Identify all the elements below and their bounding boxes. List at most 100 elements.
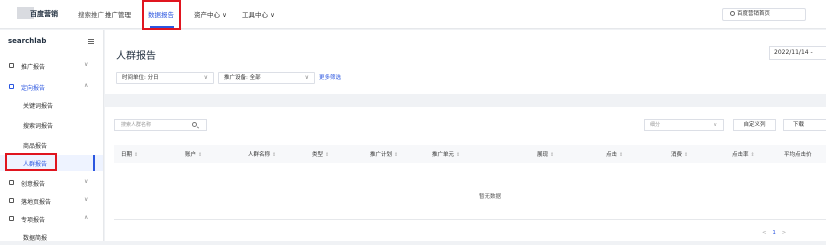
device-select[interactable]: 推广设备: 全部 ∨ [218,72,315,84]
segment-placeholder: 细分 [650,122,661,128]
column-label: 日期 [121,152,133,158]
sort-icon: ⇕ [272,152,277,158]
sort-icon: ⇕ [619,152,624,158]
sidebar-item-landing-page-report[interactable]: 落地页报告 ∨ [0,193,103,209]
sort-icon: ⇕ [198,152,203,158]
sidebar-item-product-report[interactable]: 商品报告 [0,137,103,153]
date-range-picker[interactable]: 2022/11/14 - [769,46,826,60]
device-label: 推广设备: 全部 [224,75,261,81]
column-header-ad-group[interactable]: 推广单元 ⇕ [432,150,460,158]
prev-page-button[interactable]: < [762,230,767,236]
column-header-impressions[interactable]: 展现 ⇕ [537,150,554,158]
sort-icon: ⇕ [134,152,139,158]
special-icon [9,216,14,221]
segment-select[interactable]: 细分 ∨ [644,119,724,131]
creative-icon [9,180,14,185]
highlight-box-sidebar [5,153,57,171]
column-label: 平均点击价 [784,152,812,158]
next-page-button[interactable]: > [782,230,787,236]
audience-search-input[interactable]: 搜索人群名称 [114,119,207,131]
column-label: 推广计划 [370,152,393,158]
column-label: 账户 [185,152,197,158]
table-divider [114,219,826,220]
baidu-marketing-home-button[interactable]: 百度营销首页 [722,8,806,21]
sidebar-item-label: 推广报告 [21,64,46,71]
column-label: 推广单元 [432,152,455,158]
time-unit-select[interactable]: 时间单位: 分日 ∨ [116,72,214,84]
sidebar: searchlab 推广报告 ∨ 定向报告 ∧ 关键词报告 搜索词报告 商品报告… [0,30,104,242]
nav-promotion-management[interactable]: 推广管理 [105,9,131,19]
column-label: 类型 [312,152,324,158]
sidebar-item-label: 落地页报告 [21,199,52,206]
search-placeholder: 搜索人群名称 [121,122,152,128]
sidebar-item-label: 关键词报告 [23,103,54,110]
search-icon[interactable] [192,122,197,127]
column-header-date[interactable]: 日期 ⇕ [121,150,138,158]
sort-icon: ⇕ [750,152,755,158]
sidebar-item-label: 商品报告 [23,143,48,150]
sidebar-item-data-brief[interactable]: 数据简报 [0,229,103,245]
page-title: 人群报告 [116,51,156,62]
sort-icon: ⇕ [325,152,330,158]
pagination: < 1 > [762,230,786,236]
account-name: searchlab [8,37,47,45]
download-button[interactable]: 下载 [783,119,826,131]
column-header-type[interactable]: 类型 ⇕ [312,150,329,158]
report-header-card: 人群报告 2022/11/14 - 时间单位: 分日 ∨ 推广设备: 全部 ∨ … [105,30,826,94]
chevron-up-icon: ∧ [84,82,89,89]
chevron-down-icon: ∨ [304,74,309,81]
sidebar-item-label: 定向报告 [21,85,46,92]
sidebar-item-label: 搜索词报告 [23,123,54,130]
nav-tool-center[interactable]: 工具中心 ∨ [242,9,275,19]
chevron-down-icon: ∨ [84,61,89,68]
logo-subtitle: 搜索推广 [78,11,104,19]
home-button-label: 百度营销首页 [737,11,771,17]
empty-state-text: 暂无数据 [479,194,502,200]
column-header-account[interactable]: 账户 ⇕ [185,150,202,158]
column-header-audience-name[interactable]: 人群名称 ⇕ [248,150,276,158]
time-unit-label: 时间单位: 分日 [122,75,159,81]
column-header-clicks[interactable]: 点击 ⇕ [606,150,623,158]
sort-icon: ⇕ [394,152,399,158]
chevron-down-icon: ∨ [713,122,717,128]
chevron-up-icon: ∧ [84,214,89,221]
nav-asset-center[interactable]: 资产中心 ∨ [194,9,227,19]
more-filter-link[interactable]: 更多筛选 [319,73,341,81]
home-icon [730,11,735,16]
sidebar-item-creative-report[interactable]: 创意报告 ∨ [0,175,103,191]
column-label: 人群名称 [248,152,271,158]
sort-icon: ⇕ [456,152,461,158]
column-header-campaign[interactable]: 推广计划 ⇕ [370,150,398,158]
column-header-ctr[interactable]: 点击率 ⇕ [732,150,755,158]
table-header: 日期 ⇕ 账户 ⇕ 人群名称 ⇕ 类型 ⇕ 推广计划 ⇕ 推广单元 ⇕ 展现 ⇕ 点击 ⇕ 消费… [114,145,826,163]
sidebar-item-label: 创意报告 [21,181,46,188]
target-icon [9,84,14,89]
active-indicator [93,155,95,171]
column-label: 点击 [606,152,618,158]
chevron-down-icon: ∨ [84,196,89,203]
custom-column-button[interactable]: 自定义列 [733,119,776,131]
column-label: 消费 [671,152,683,158]
page-icon [9,198,14,203]
sidebar-item-search-term-report[interactable]: 搜索词报告 [0,117,103,133]
column-label: 点击率 [732,152,749,158]
sidebar-item-promotion-report[interactable]: 推广报告 ∨ [0,58,103,74]
column-label: 展现 [537,152,549,158]
chevron-down-icon: ∨ [203,74,208,81]
column-header-avg-cpc[interactable]: 平均点击价 [784,150,812,158]
menu-collapse-icon[interactable] [88,39,94,44]
sort-icon: ⇕ [684,152,689,158]
sort-icon: ⇕ [550,152,555,158]
top-navigation-bar: 百度营销 搜索推广 推广管理 数据报告 资产中心 ∨ 工具中心 ∨ 百度营销首页 [0,0,826,30]
sidebar-item-special-report[interactable]: 专项报告 ∧ [0,211,103,227]
sidebar-item-keyword-report[interactable]: 关键词报告 [0,97,103,113]
report-table-card: 搜索人群名称 细分 ∨ 自定义列 下载 日期 ⇕ 账户 ⇕ 人群名称 ⇕ 类型 ⇕ 推广… [105,107,826,241]
logo-text: 百度营销 [30,10,58,18]
highlight-box-nav [142,0,181,30]
column-header-cost[interactable]: 消费 ⇕ [671,150,688,158]
page-number[interactable]: 1 [772,230,776,236]
chevron-down-icon: ∨ [84,178,89,185]
sidebar-item-label: 专项报告 [21,217,46,224]
chart-icon [9,63,14,68]
sidebar-item-targeting-report[interactable]: 定向报告 ∧ [0,79,103,95]
